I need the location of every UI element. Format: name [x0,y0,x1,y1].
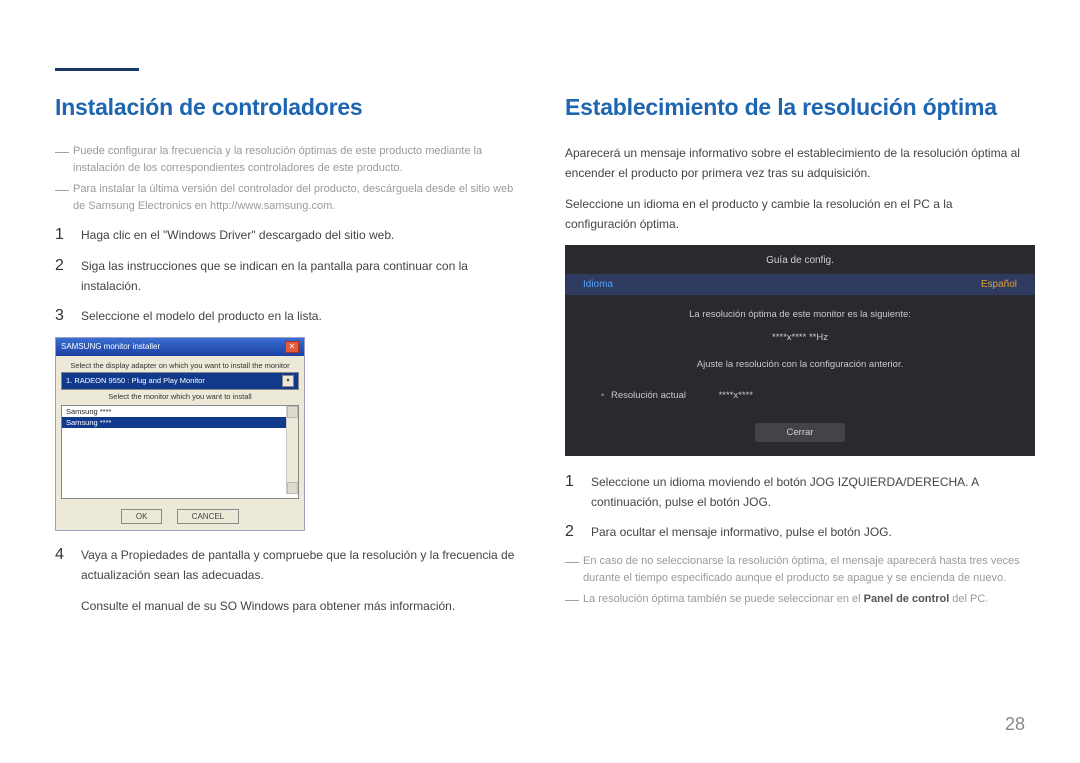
step-number: 2 [565,522,591,541]
osd-language-value: Español [981,279,1017,290]
osd-current-row: • Resolución actual ****x**** [565,382,1035,409]
osd-title: Guía de config. [565,245,1035,274]
osd-message: La resolución óptima de este monitor es … [565,295,1035,322]
installer-dialog: SAMSUNG monitor installer ✕ Select the d… [55,337,305,531]
right-column: Establecimiento de la resolución óptima … [565,94,1025,626]
dash-icon: ― [55,143,73,160]
left-heading: Instalación de controladores [55,94,515,121]
dash-icon: ― [565,591,583,608]
cancel-button[interactable]: CANCEL [177,509,239,524]
note: ― Puede configurar la frecuencia y la re… [55,143,515,177]
step-text: Para ocultar el mensaje informativo, pul… [591,522,1025,542]
osd-current-label: Resolución actual [611,390,686,401]
step-row: 2 Siga las instrucciones que se indican … [55,256,515,297]
step-number: 1 [565,472,591,491]
osd-close-button[interactable]: Cerrar [755,423,845,442]
scrollbar[interactable] [286,406,298,494]
note-post: del PC. [949,593,988,605]
note: ― Para instalar la última versión del co… [55,181,515,215]
combo-value: 1. RADEON 9550 : Plug and Play Monitor [66,376,205,385]
step-text: Haga clic en el "Windows Driver" descarg… [81,225,515,245]
note-pre: La resolución óptima también se puede se… [583,593,864,605]
note-text: Puede configurar la frecuencia y la reso… [73,143,515,177]
step-row: 1 Seleccione un idioma moviendo el botón… [565,472,1025,513]
footer-text: Consulte el manual de su SO Windows para… [81,596,515,616]
list-item[interactable]: Samsung **** [62,417,286,428]
step-number: 1 [55,225,81,244]
ok-button[interactable]: OK [121,509,163,524]
dash-icon: ― [55,181,73,198]
step-text: Seleccione el modelo del producto en la … [81,306,515,326]
installer-label: Select the display adapter on which you … [61,361,299,370]
step-number: 3 [55,306,81,325]
note-bold: Panel de control [864,593,950,605]
step-row: 3 Seleccione el modelo del producto en l… [55,306,515,326]
note: ― En caso de no seleccionarse la resoluc… [565,553,1025,587]
installer-title: SAMSUNG monitor installer [61,342,160,351]
bullet-icon: • [601,390,604,401]
paragraph: Aparecerá un mensaje informativo sobre e… [565,143,1025,184]
right-heading: Establecimiento de la resolución óptima [565,94,1025,121]
page-number: 28 [1005,714,1025,735]
note: ― La resolución óptima también se puede … [565,591,1025,608]
step-number: 2 [55,256,81,275]
list-item[interactable]: Samsung **** [62,406,286,417]
step-row: 4 Vaya a Propiedades de pantalla y compr… [55,545,515,586]
installer-titlebar: SAMSUNG monitor installer ✕ [56,338,304,356]
step-number: 4 [55,545,81,564]
step-text: Siga las instrucciones que se indican en… [81,256,515,297]
step-row: 1 Haga clic en el "Windows Driver" desca… [55,225,515,245]
osd-resolution: ****x**** **Hz [565,322,1035,353]
adapter-combo[interactable]: 1. RADEON 9550 : Plug and Play Monitor ▾ [61,372,299,390]
left-column: Instalación de controladores ― Puede con… [55,94,515,626]
osd-current-value: ****x**** [719,390,753,401]
manual-page: Instalación de controladores ― Puede con… [0,0,1080,763]
dash-icon: ― [565,553,583,570]
note-text: Para instalar la última versión del cont… [73,181,515,215]
chevron-down-icon[interactable]: ▾ [282,375,294,387]
installer-body: Select the display adapter on which you … [56,356,304,530]
osd-language-label: Idioma [583,279,613,290]
note-text: En caso de no seleccionarse la resolució… [583,553,1025,587]
osd-instruction: Ajuste la resolución con la configuració… [565,353,1035,382]
monitor-listbox[interactable]: Samsung **** Samsung **** [61,405,299,499]
installer-label: Select the monitor which you want to ins… [61,392,299,401]
close-icon[interactable]: ✕ [285,341,299,353]
note-text: La resolución óptima también se puede se… [583,591,988,608]
two-column-layout: Instalación de controladores ― Puede con… [55,94,1025,626]
step-text: Vaya a Propiedades de pantalla y comprue… [81,545,515,586]
step-row: 2 Para ocultar el mensaje informativo, p… [565,522,1025,542]
installer-buttons: OK CANCEL [61,499,299,524]
osd-panel: Guía de config. Idioma Español La resolu… [565,245,1035,456]
osd-language-row[interactable]: Idioma Español [565,274,1035,295]
header-rule [55,68,139,71]
paragraph: Seleccione un idioma en el producto y ca… [565,194,1025,235]
list-padding [62,428,286,498]
step-text: Seleccione un idioma moviendo el botón J… [591,472,1025,513]
